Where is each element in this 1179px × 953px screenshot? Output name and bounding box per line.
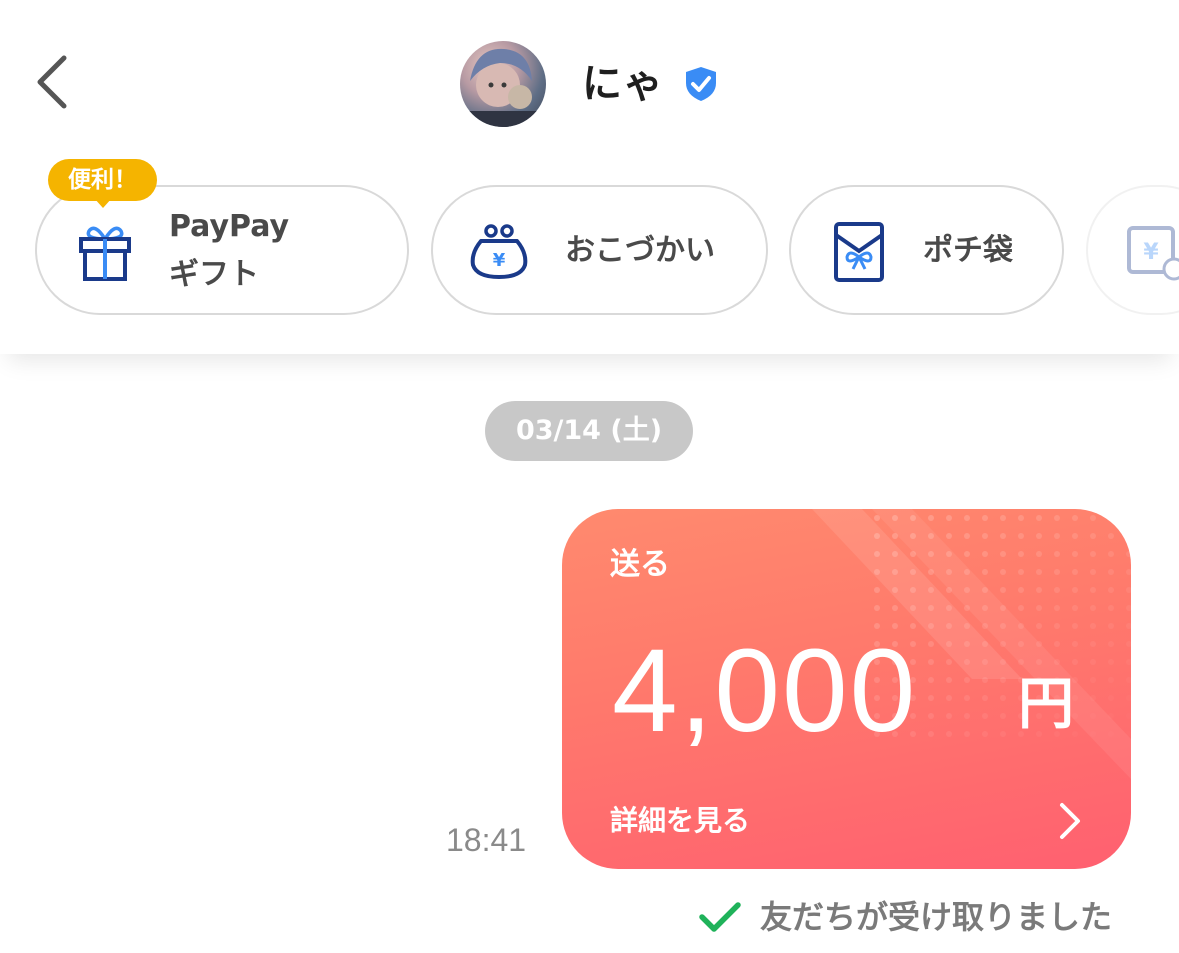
allowance-button[interactable]: ¥ おこづかい — [431, 185, 768, 315]
gift-icon — [79, 226, 131, 281]
contact-name: にゃ — [582, 61, 664, 107]
payment-type-label: 送る — [610, 547, 670, 582]
yen-card-icon: ¥ — [1127, 226, 1179, 281]
payment-amount: 4,000 — [612, 625, 918, 757]
paypay-gift-label-line2: ギフト — [169, 257, 259, 292]
paypay-gift-label-line1: PayPay — [169, 209, 290, 244]
view-details-link[interactable]: 詳細を見る — [610, 799, 750, 839]
svg-text:¥: ¥ — [1143, 240, 1159, 265]
chevron-left-icon — [37, 55, 67, 109]
coin-purse-yen-icon: ¥ — [470, 224, 528, 279]
allowance-label: おこづかい — [565, 233, 715, 268]
currency-label: 円 — [1018, 672, 1074, 737]
date-separator: 03/14 (土) — [485, 401, 693, 461]
convenient-badge: 便利！ — [48, 159, 157, 201]
avatar-photo — [460, 48, 546, 127]
check-icon — [699, 902, 741, 932]
svg-text:¥: ¥ — [493, 250, 506, 271]
pochi-bag-button[interactable]: ポチ袋 — [789, 185, 1064, 315]
shield-check-icon — [686, 67, 716, 101]
back-button[interactable] — [30, 52, 76, 112]
verified-badge — [683, 65, 719, 103]
message-time: 18:41 — [446, 822, 527, 858]
badge-tail — [94, 198, 112, 208]
envelope-ribbon-icon — [834, 222, 884, 282]
received-status: 友だちが受け取りました — [760, 898, 1113, 936]
payment-card[interactable]: 送る 4,000 円 詳細を見る — [562, 509, 1131, 869]
avatar[interactable] — [460, 41, 546, 127]
pochi-bag-label: ポチ袋 — [923, 233, 1013, 268]
paypay-gift-button[interactable]: PayPay ギフト — [35, 185, 409, 315]
chevron-right-icon — [1060, 803, 1080, 839]
